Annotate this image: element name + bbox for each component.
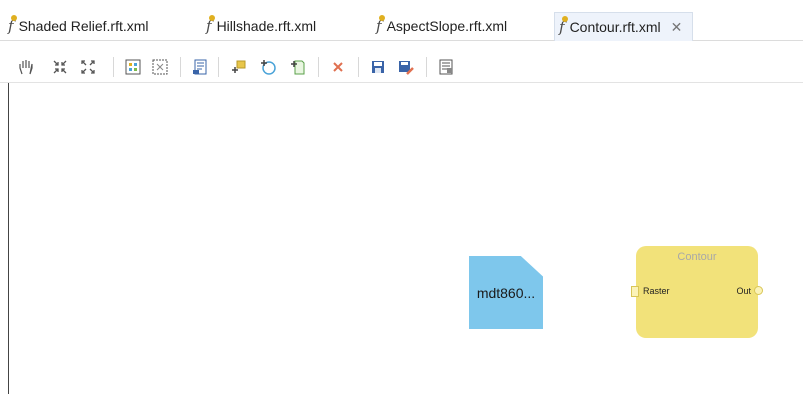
properties-icon[interactable] <box>436 57 456 77</box>
output-port[interactable] <box>754 286 763 295</box>
input-port[interactable] <box>631 286 639 297</box>
contour-function-node[interactable]: Contour Raster Out <box>631 246 763 338</box>
tab-label: AspectSlope.rft.xml <box>386 18 508 34</box>
close-icon[interactable]: ✕ <box>671 19 683 36</box>
toolbar-separator <box>218 57 219 77</box>
tab-hillshade[interactable]: f Hillshade.rft.xml <box>206 12 316 40</box>
tab-contour[interactable]: f Contour.rft.xml ✕ <box>554 12 694 41</box>
add-raster-icon[interactable] <box>258 57 278 77</box>
toolbar-separator <box>180 57 181 77</box>
script-icon[interactable] <box>190 57 210 77</box>
expand-icon[interactable] <box>78 57 98 77</box>
save-as-icon[interactable] <box>396 57 416 77</box>
raster-node-label: mdt860... <box>476 284 536 301</box>
delete-icon[interactable] <box>328 57 348 77</box>
input-port-label: Raster <box>643 286 670 296</box>
tab-label: Shaded Relief.rft.xml <box>18 18 149 34</box>
model-canvas[interactable]: mdt860... Contour Raster Out <box>8 83 803 394</box>
save-icon[interactable] <box>368 57 388 77</box>
toolbar-separator <box>318 57 319 77</box>
add-function-icon[interactable] <box>228 57 248 77</box>
toolbar <box>0 52 803 83</box>
raster-variable-node[interactable]: mdt860... <box>469 256 543 329</box>
tab-shaded-relief[interactable]: f Shaded Relief.rft.xml <box>8 12 149 40</box>
tab-label: Contour.rft.xml <box>569 19 661 35</box>
function-node-title: Contour <box>677 251 717 263</box>
function-icon: f <box>8 15 16 35</box>
tab-aspect-slope[interactable]: f AspectSlope.rft.xml <box>376 12 507 40</box>
function-icon: f <box>206 15 214 35</box>
output-port-label: Out <box>736 286 751 296</box>
toolbar-separator <box>113 57 114 77</box>
editor-tab-bar: f Shaded Relief.rft.xml f Hillshade.rft.… <box>0 0 803 41</box>
toolbar-separator <box>426 57 427 77</box>
toolbar-separator <box>358 57 359 77</box>
pan-icon[interactable] <box>16 57 36 77</box>
add-document-icon[interactable] <box>288 57 308 77</box>
zoom-extent-icon[interactable] <box>150 57 170 77</box>
function-icon: f <box>559 16 567 36</box>
fit-view-icon[interactable] <box>123 57 143 77</box>
collapse-icon[interactable] <box>50 57 70 77</box>
function-icon: f <box>376 15 384 35</box>
tab-label: Hillshade.rft.xml <box>216 18 317 34</box>
